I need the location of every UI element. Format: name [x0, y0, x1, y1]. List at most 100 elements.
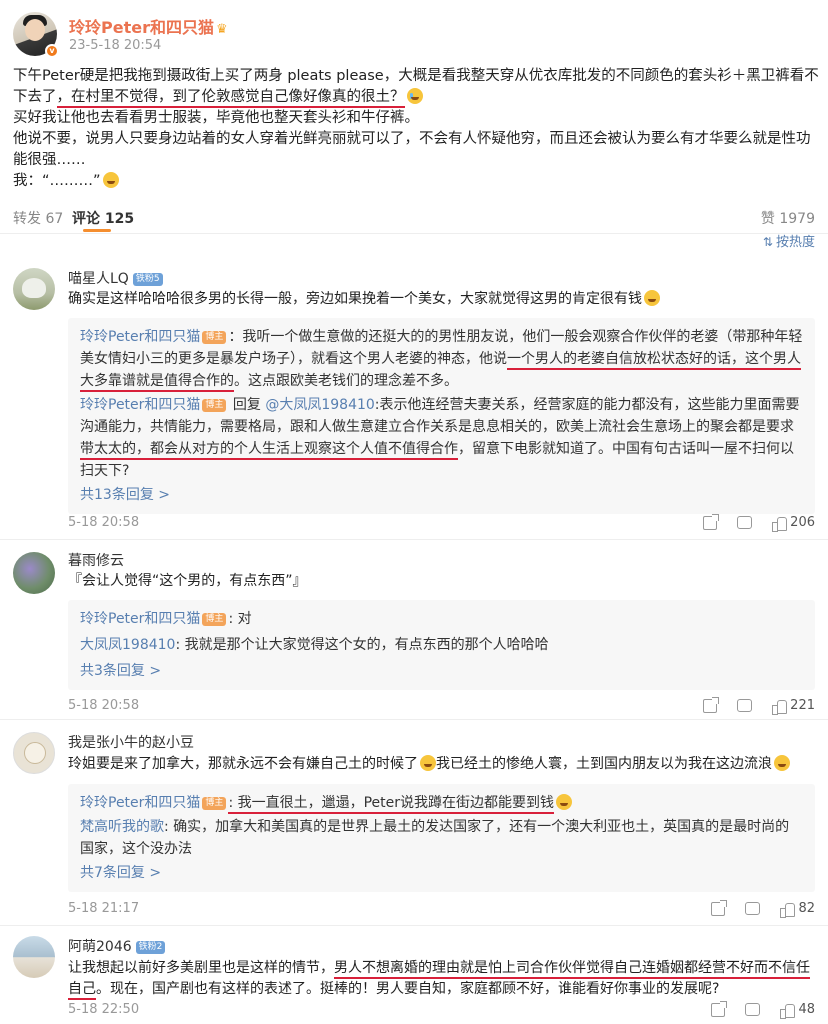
commenter-name[interactable]: 我是张小牛的赵小豆: [68, 732, 194, 752]
comment-time: 5-18 20:58: [68, 515, 140, 530]
reply-author[interactable]: 大凤凤198410: [80, 637, 175, 653]
commenter-avatar[interactable]: [13, 936, 55, 978]
post-author-row: v 玲玲Peter和四只猫 ♛ 23-5-18 20:54: [13, 10, 513, 62]
more-replies-link[interactable]: 共13条回复 >: [80, 487, 170, 503]
comment-item: 喵星人LQ 铁粉5 确实是这样哈哈哈很多男的长得一般，旁边如果挽着一个美女，大家就…: [0, 262, 828, 540]
post-paragraph-3: 他说不要，说男人只要身边站着的女人穿着光鲜亮丽就可以了，不会有人怀疑他穷，而且还…: [13, 131, 811, 168]
commenter-name[interactable]: 阿萌2046 铁粉2: [68, 936, 166, 956]
reply-item: 大凤凤198410: 我就是那个让大家觉得这个女的，有点东西的那个人哈哈哈: [80, 637, 549, 653]
cat-emoji-icon: [420, 755, 436, 771]
reply-author[interactable]: 玲玲Peter和四只猫: [80, 795, 200, 811]
commenter-name[interactable]: 暮雨修云: [68, 550, 124, 570]
crown-icon: ♛: [215, 22, 228, 37]
commenter-name[interactable]: 喵星人LQ 铁粉5: [68, 268, 163, 288]
verified-badge-icon: v: [45, 44, 59, 58]
post-body: 下午Peter硬是把我拖到摄政街上买了两身 pleats please，大概是看…: [13, 66, 819, 192]
reply-item: 玲玲Peter和四只猫 博主 ：我听一个做生意做的还挺大的的男性朋友说，他们一般会观…: [80, 326, 803, 392]
host-badge: 博主: [202, 399, 227, 412]
like-count: 48: [798, 1002, 815, 1017]
comment-time: 5-18 22:50: [68, 1002, 140, 1017]
reply-box: 玲玲Peter和四只猫 博主 ：我听一个做生意做的还挺大的的男性朋友说，他们一般会观…: [68, 318, 815, 514]
share-icon[interactable]: [711, 1000, 728, 1017]
comment-text: 玲姐要是来了加拿大，那就永远不会有嫌自己土的时候了 我已经土的惨绝人寰，土到国内朋…: [68, 754, 816, 775]
like-count: 82: [798, 901, 815, 916]
sort-label: 按热度: [775, 235, 815, 250]
post-paragraph-2: 买好我让他也去看看男士服装，毕竟他也整天套头衫和牛仔裤。: [13, 110, 419, 126]
reply-item: 梵高听我的歌: 确实，加拿大和美国真的是世界上最土的发达国家了，还有一个澳大利亚…: [80, 819, 790, 857]
sort-toggle[interactable]: ⇅ 按热度: [763, 231, 815, 250]
reply-author[interactable]: 玲玲Peter和四只猫: [80, 397, 200, 413]
tab-repost[interactable]: 转发 67: [13, 208, 63, 228]
avatar-shape: [24, 742, 46, 764]
comment-text: 『会让人觉得“这个男的，有点东西”』: [68, 573, 307, 589]
post-tabs: 转发 67 评论 125 赞 1979: [0, 198, 828, 234]
reply-icon[interactable]: [737, 516, 753, 529]
commenter-avatar[interactable]: [13, 552, 55, 594]
reply-icon[interactable]: [745, 902, 761, 915]
reply-item: 玲玲Peter和四只猫 博主 回复 @大凤凤198410:表示他连经营夫妻关系，经…: [80, 397, 800, 479]
more-replies-link[interactable]: 共7条回复 >: [80, 865, 161, 881]
reply-icon[interactable]: [745, 1003, 761, 1016]
reply-item: 玲玲Peter和四只猫 博主: 对: [80, 611, 252, 627]
comment-item: 阿萌2046 铁粉2 让我想起以前好多美剧里也是这样的情节，男人不想离婚的理由就是…: [0, 926, 828, 1024]
active-tab-indicator: [83, 229, 111, 232]
comment-actions: 221: [703, 696, 815, 715]
more-replies-link[interactable]: 共3条回复 >: [80, 663, 161, 679]
reply-icon[interactable]: [737, 699, 753, 712]
reply-author[interactable]: 玲玲Peter和四只猫: [80, 611, 200, 627]
fan-badge: 铁粉2: [135, 941, 166, 954]
avatar-face: [25, 19, 45, 41]
laughing-emoji-icon: [644, 290, 660, 306]
comment-meta: 5-18 20:58 206: [68, 513, 815, 535]
tab-like[interactable]: 赞 1979: [761, 208, 815, 228]
crying-emoji-icon: [406, 88, 423, 104]
like-count: 221: [790, 698, 815, 713]
mention-link[interactable]: @大凤凤198410: [265, 397, 374, 413]
post-paragraph-4: 我：“………”: [13, 171, 819, 192]
shocked-emoji-icon: [774, 755, 790, 771]
comment-meta: 5-18 21:17 82: [68, 899, 815, 921]
thumb-up-icon: [780, 1003, 796, 1019]
thumb-up-icon: [772, 516, 788, 532]
commenter-avatar[interactable]: [13, 268, 55, 310]
comment-time: 5-18 20:58: [68, 698, 140, 713]
comment-text: 确实是这样哈哈哈很多男的长得一般，旁边如果挽着一个美女，大家就觉得这男的肯定很有…: [68, 289, 816, 310]
host-badge: 博主: [202, 331, 227, 344]
comment-meta: 5-18 20:58 221: [68, 696, 815, 718]
host-badge: 博主: [202, 797, 227, 810]
underlined-text: ，在村里不觉得，到了伦敦感觉自己像好像真的很土？: [56, 89, 405, 108]
like-button[interactable]: 221: [772, 698, 815, 715]
laughing-emoji-icon: [556, 794, 573, 810]
tab-comment[interactable]: 评论 125: [72, 208, 134, 228]
avatar-shape: [22, 278, 46, 298]
reply-box: 玲玲Peter和四只猫 博主: 我一直很土，邋遢，Peter说我蹲在街边都能要到钱…: [68, 784, 815, 892]
reply-box: 玲玲Peter和四只猫 博主: 对 大凤凤198410: 我就是那个让大家觉得这个…: [68, 600, 815, 690]
comment-item: 暮雨修云 『会让人觉得“这个男的，有点东西”』 玲玲Peter和四只猫 博主: 对…: [0, 540, 828, 720]
host-badge: 博主: [202, 613, 227, 626]
comment-actions: 82: [711, 899, 815, 918]
reply-author[interactable]: 玲玲Peter和四只猫: [80, 329, 200, 345]
reply-author[interactable]: 梵高听我的歌: [80, 819, 164, 835]
like-button[interactable]: 206: [772, 515, 815, 532]
underlined-text: : 我一直很土，邋遢，Peter说我蹲在街边都能要到钱: [228, 795, 555, 814]
thumb-up-icon: [772, 699, 788, 715]
share-icon[interactable]: [711, 899, 728, 916]
sort-icon: ⇅: [762, 235, 773, 249]
laughing-emoji-icon: [102, 172, 119, 188]
comment-text: 让我想起以前好多美剧里也是这样的情节，男人不想离婚的理由就是怕上司合作伙伴觉得自…: [68, 958, 816, 1000]
comment-item: 我是张小牛的赵小豆 玲姐要是来了加拿大，那就永远不会有嫌自己土的时候了 我已经土的…: [0, 720, 828, 926]
like-button[interactable]: 82: [780, 901, 815, 918]
share-icon[interactable]: [703, 513, 720, 530]
comment-time: 5-18 21:17: [68, 901, 140, 916]
like-count: 206: [790, 515, 815, 530]
thumb-up-icon: [780, 902, 796, 918]
author-name[interactable]: 玲玲Peter和四只猫 ♛: [69, 14, 228, 38]
post-time: 23-5-18 20:54: [69, 38, 162, 53]
commenter-avatar[interactable]: [13, 732, 55, 774]
like-button[interactable]: 48: [780, 1002, 815, 1019]
fan-badge: 铁粉5: [132, 273, 163, 286]
post-paragraph-1: 下午Peter硬是把我拖到摄政街上买了两身 pleats please，大概是看…: [13, 66, 819, 108]
underlined-text: 带太太的，都会从对方的个人生活上观察这个人值不值得合作: [80, 441, 458, 460]
reply-item: 玲玲Peter和四只猫 博主: 我一直很土，邋遢，Peter说我蹲在街边都能要到钱: [80, 792, 803, 814]
share-icon[interactable]: [703, 696, 720, 713]
